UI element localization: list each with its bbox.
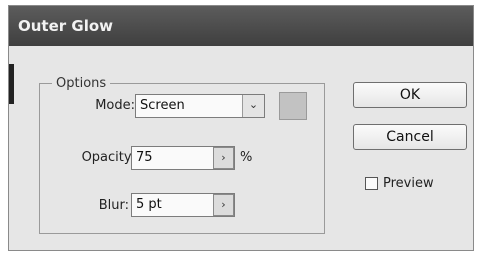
chevron-down-icon[interactable]: ⌄: [242, 95, 264, 117]
blur-label: Blur:: [98, 198, 129, 213]
mode-select-value: Screen: [140, 98, 185, 113]
opacity-stepper-icon[interactable]: ›: [213, 147, 234, 169]
preview-checkbox[interactable]: [365, 177, 378, 190]
opacity-label: Opacity:: [81, 150, 135, 165]
outer-glow-dialog: Outer Glow Options Mode: Screen ⌄ Opacit…: [8, 5, 474, 251]
glow-color-swatch[interactable]: [279, 92, 307, 120]
blur-value: 5 pt: [136, 197, 162, 212]
window-edge: [9, 64, 14, 104]
cancel-button[interactable]: Cancel: [353, 124, 467, 150]
ok-button[interactable]: OK: [353, 82, 467, 108]
opacity-value: 75: [136, 150, 153, 165]
dialog-title: Outer Glow: [9, 6, 473, 46]
options-legend: Options: [56, 76, 107, 91]
blur-stepper-icon[interactable]: ›: [213, 194, 234, 216]
opacity-unit: %: [240, 150, 253, 165]
mode-label: Mode:: [95, 98, 135, 113]
preview-label[interactable]: Preview: [383, 176, 434, 191]
